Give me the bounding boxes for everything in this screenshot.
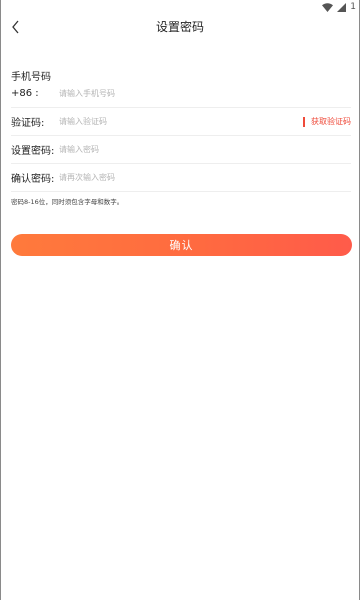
confirm-password-row: 确认密码: (11, 164, 351, 192)
password-row: 设置密码: (11, 136, 351, 164)
code-label: 验证码: (11, 118, 45, 129)
header: 设置密码 (0, 14, 360, 42)
country-code: +86 : (11, 88, 39, 99)
status-bar: 1 (0, 0, 360, 14)
code-input[interactable] (59, 113, 303, 130)
confirm-password-input[interactable] (59, 169, 351, 186)
code-divider (303, 116, 305, 127)
password-hint: 密码8-16位，同时须包含字母和数字。 (11, 198, 124, 206)
phone-row: +86 : (11, 80, 351, 108)
password-label: 设置密码: (11, 146, 55, 157)
screen-edge-left (0, 0, 1, 600)
signal-icon (337, 2, 347, 12)
confirm-button[interactable]: 确认 (11, 234, 352, 256)
confirm-password-label: 确认密码: (11, 174, 55, 185)
phone-input[interactable] (59, 85, 351, 102)
get-code-button[interactable]: 获取验证码 (311, 116, 351, 127)
password-input[interactable] (59, 141, 351, 158)
battery-level-text: 1 (350, 2, 356, 12)
wifi-icon (322, 2, 334, 12)
page-title: 设置密码 (155, 20, 204, 34)
status-icons: 1 (322, 1, 356, 13)
code-row: 验证码: 获取验证码 (11, 108, 351, 136)
